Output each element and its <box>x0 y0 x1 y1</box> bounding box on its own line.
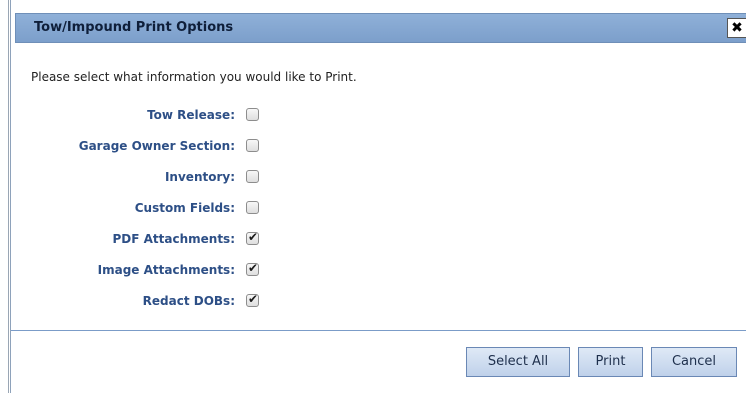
custom-fields-label: Custom Fields: <box>134 201 235 215</box>
redact-dobs-checkbox[interactable]: ✔ <box>246 292 259 307</box>
close-button[interactable]: ✖ <box>727 18 746 38</box>
page: Tow/Impound Print Options ✖ Please selec… <box>0 0 746 393</box>
checkmark-icon: ✔ <box>248 261 259 275</box>
print-options-dialog: Tow/Impound Print Options ✖ Please selec… <box>10 0 746 393</box>
option-row-redact-dobs: Redact DOBs: ✔ <box>11 292 311 312</box>
option-row-pdf-attachments: PDF Attachments: ✔ <box>11 230 311 250</box>
close-icon: ✖ <box>731 20 743 36</box>
image-attachments-checkbox[interactable]: ✔ <box>246 261 259 276</box>
checkmark-icon: ✔ <box>248 292 259 306</box>
option-row-garage-owner-section: Garage Owner Section: <box>11 137 311 157</box>
option-row-inventory: Inventory: <box>11 168 311 188</box>
garage-owner-section-checkbox[interactable] <box>246 139 259 152</box>
option-row-tow-release: Tow Release: <box>11 106 311 126</box>
background-window-edge <box>0 0 10 393</box>
pdf-attachments-label: PDF Attachments: <box>112 232 235 246</box>
tow-release-label: Tow Release: <box>147 108 235 122</box>
dialog-title: Tow/Impound Print Options <box>34 20 234 35</box>
cancel-button[interactable]: Cancel <box>651 347 737 377</box>
inventory-label: Inventory: <box>164 170 235 184</box>
option-row-image-attachments: Image Attachments: ✔ <box>11 261 311 281</box>
tow-release-checkbox[interactable] <box>246 108 259 121</box>
redact-dobs-label: Redact DOBs: <box>142 294 235 308</box>
dialog-titlebar[interactable]: Tow/Impound Print Options ✖ <box>15 13 746 43</box>
footer-divider <box>11 330 746 331</box>
garage-owner-section-label: Garage Owner Section: <box>78 139 235 153</box>
instructions-text: Please select what information you would… <box>31 70 357 84</box>
custom-fields-checkbox[interactable] <box>246 201 259 214</box>
pdf-attachments-checkbox[interactable]: ✔ <box>246 230 259 245</box>
option-row-custom-fields: Custom Fields: <box>11 199 311 219</box>
inventory-checkbox[interactable] <box>246 170 259 183</box>
print-button[interactable]: Print <box>578 347 643 377</box>
background-divider <box>8 0 9 393</box>
image-attachments-label: Image Attachments: <box>97 263 235 277</box>
select-all-button[interactable]: Select All <box>466 347 570 377</box>
checkmark-icon: ✔ <box>248 230 259 244</box>
